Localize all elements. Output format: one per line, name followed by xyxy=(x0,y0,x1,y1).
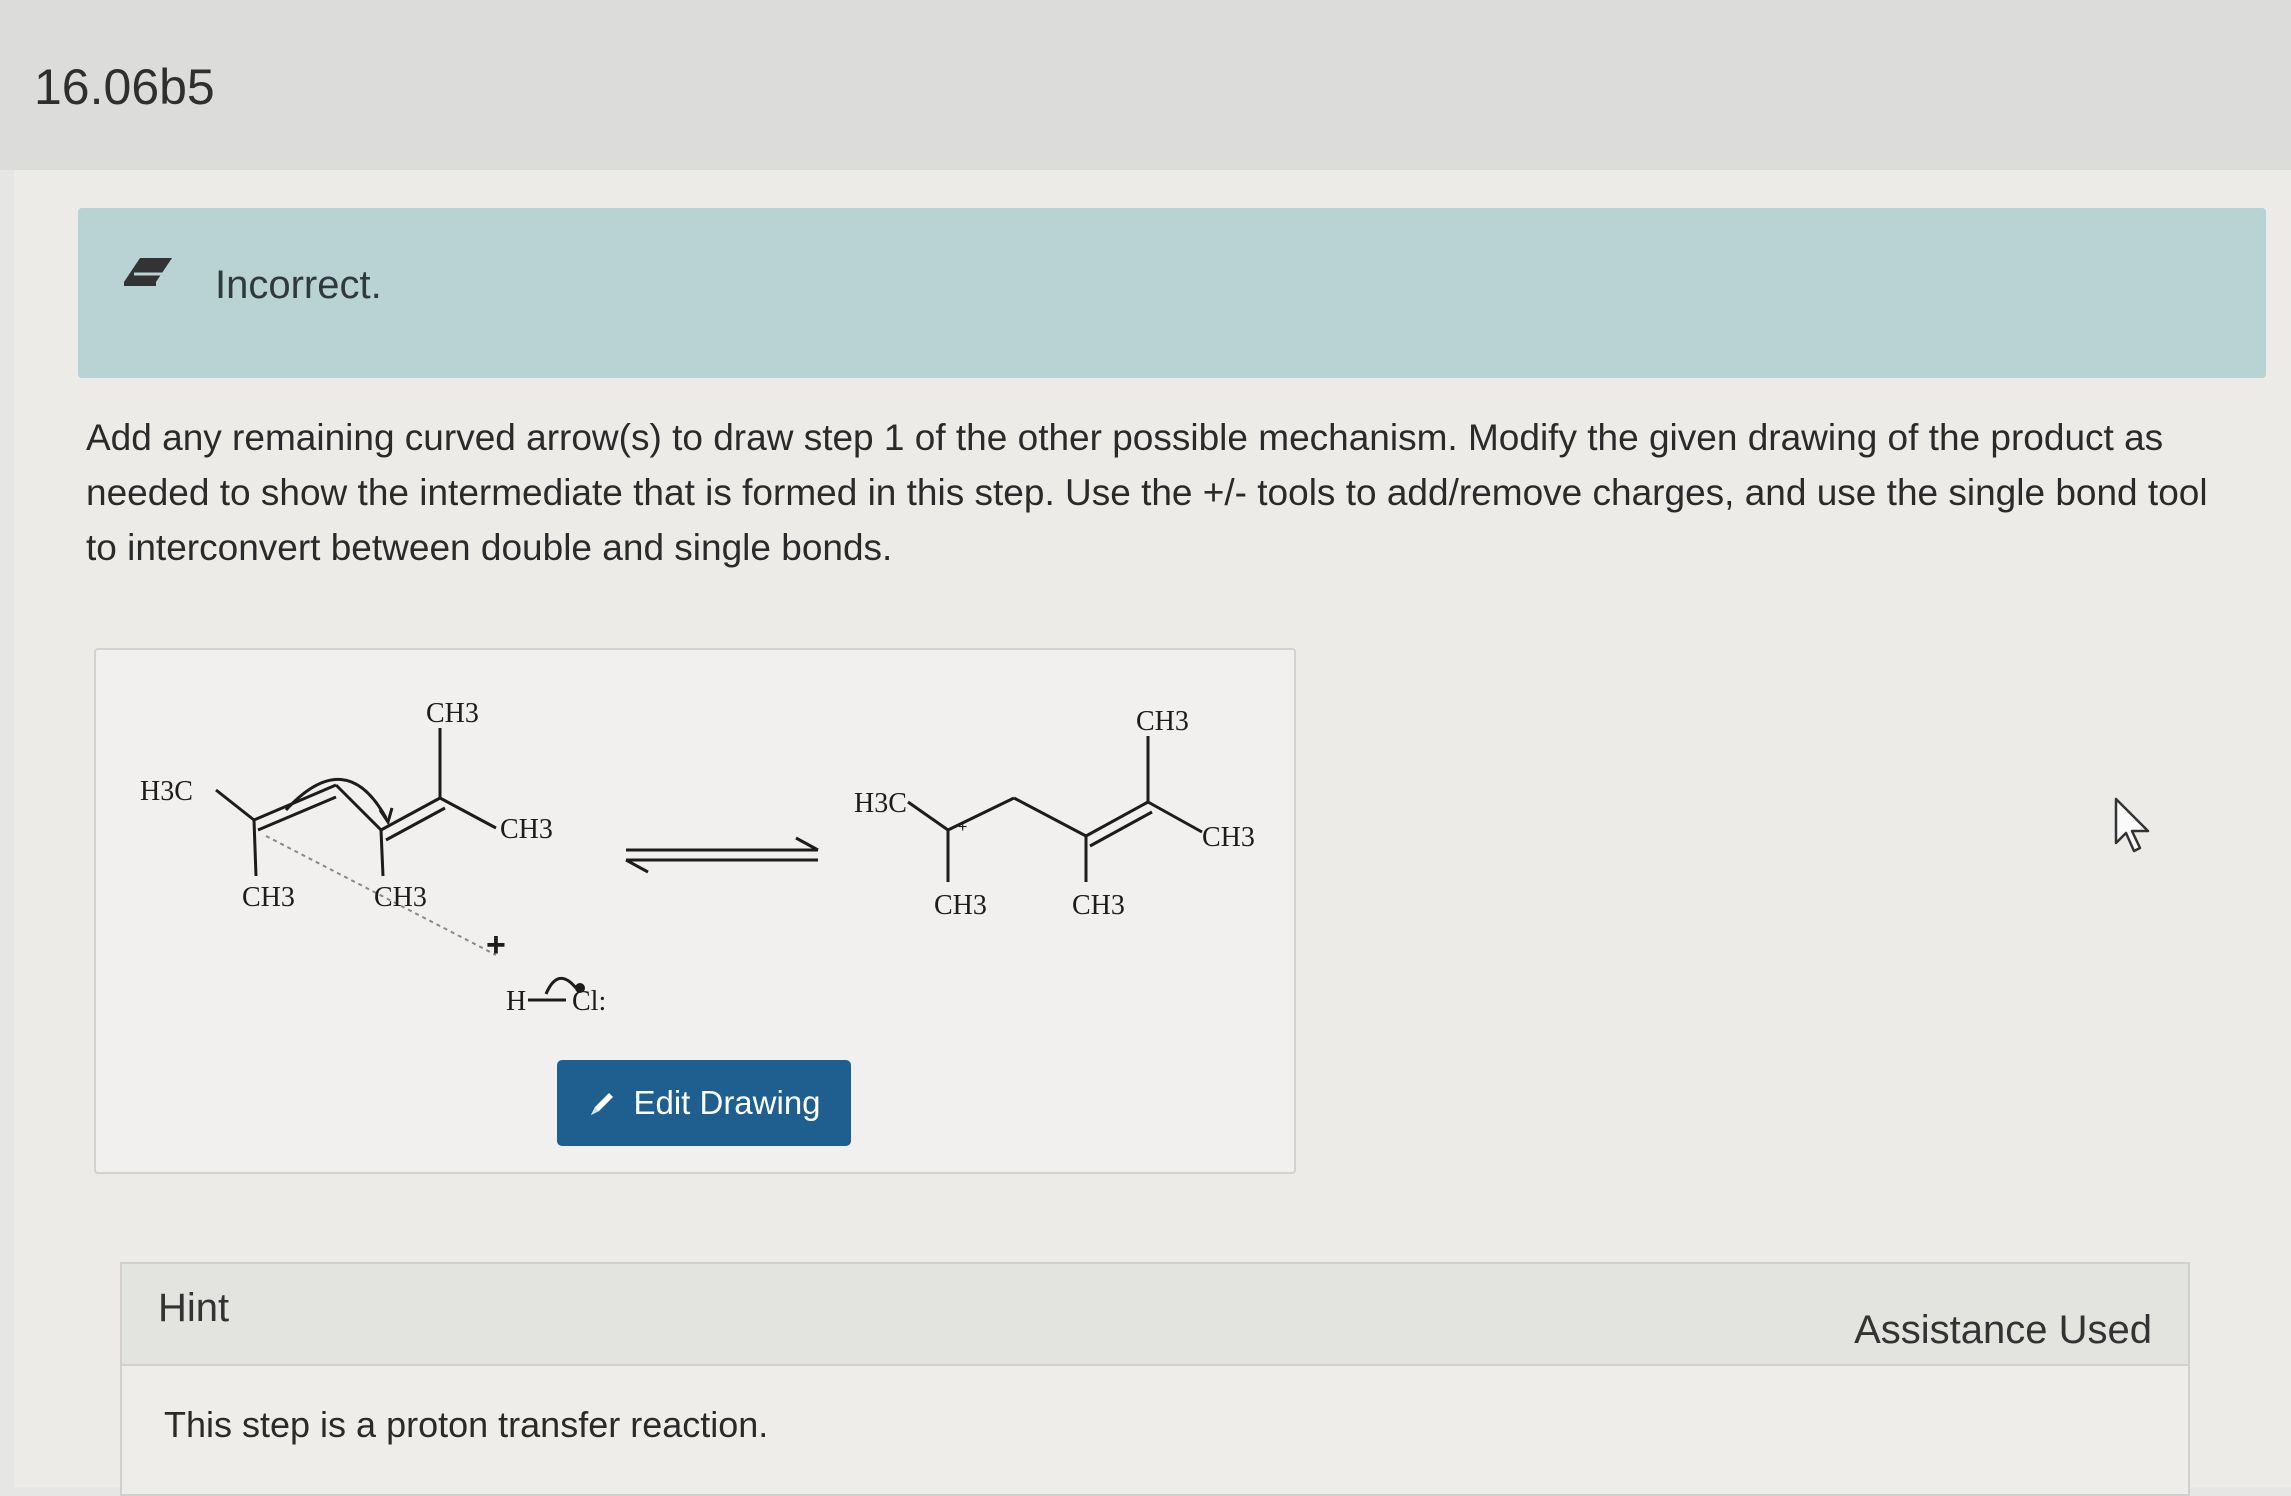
reactant-structure xyxy=(215,728,497,877)
reactant-label-ch3-top: CH3 xyxy=(426,698,479,729)
hint-header[interactable]: Hint Assistance Used xyxy=(122,1264,2188,1366)
equilibrium-arrow xyxy=(625,836,819,874)
reactant-label-ch3-right: CH3 xyxy=(500,814,553,845)
product-label-ch3-top: CH3 xyxy=(1136,706,1189,737)
reactant-label-ch3-bottom-mid: CH3 xyxy=(374,882,427,913)
product-label-ch3-bottom-mid: CH3 xyxy=(1072,890,1125,921)
assistance-used-label: Assistance Used xyxy=(1854,1308,2152,1352)
status-banner: Incorrect. xyxy=(78,208,2266,378)
header-band: 16.06b5 xyxy=(0,0,2291,170)
eraser-icon xyxy=(124,258,172,286)
reactant-label-h3c: H3C xyxy=(140,776,193,807)
product-label-ch3-right: CH3 xyxy=(1202,822,1255,853)
reactant-label-ch3-bottom-left: CH3 xyxy=(242,882,295,913)
product-label-h3c: H3C xyxy=(854,788,907,819)
problem-id: 16.06b5 xyxy=(34,59,215,115)
product-structure xyxy=(907,736,1203,882)
hint-panel: Hint Assistance Used This step is a prot… xyxy=(120,1262,2190,1496)
product-label-ch3-bottom-left: CH3 xyxy=(934,890,987,921)
svg-text:+: + xyxy=(958,819,967,836)
plus-sign: + xyxy=(486,926,506,964)
mouse-cursor-icon xyxy=(2114,797,2150,853)
edit-drawing-label: Edit Drawing xyxy=(633,1084,821,1121)
pencil-icon xyxy=(591,1093,614,1115)
edit-drawing-button[interactable]: Edit Drawing xyxy=(557,1060,851,1146)
hint-title: Hint xyxy=(158,1286,230,1330)
instructions-text: Add any remaining curved arrow(s) to dra… xyxy=(86,417,2208,568)
reagent-h: H xyxy=(506,986,526,1017)
status-text: Incorrect. xyxy=(215,263,382,307)
hint-text: This step is a proton transfer reaction. xyxy=(164,1404,769,1445)
